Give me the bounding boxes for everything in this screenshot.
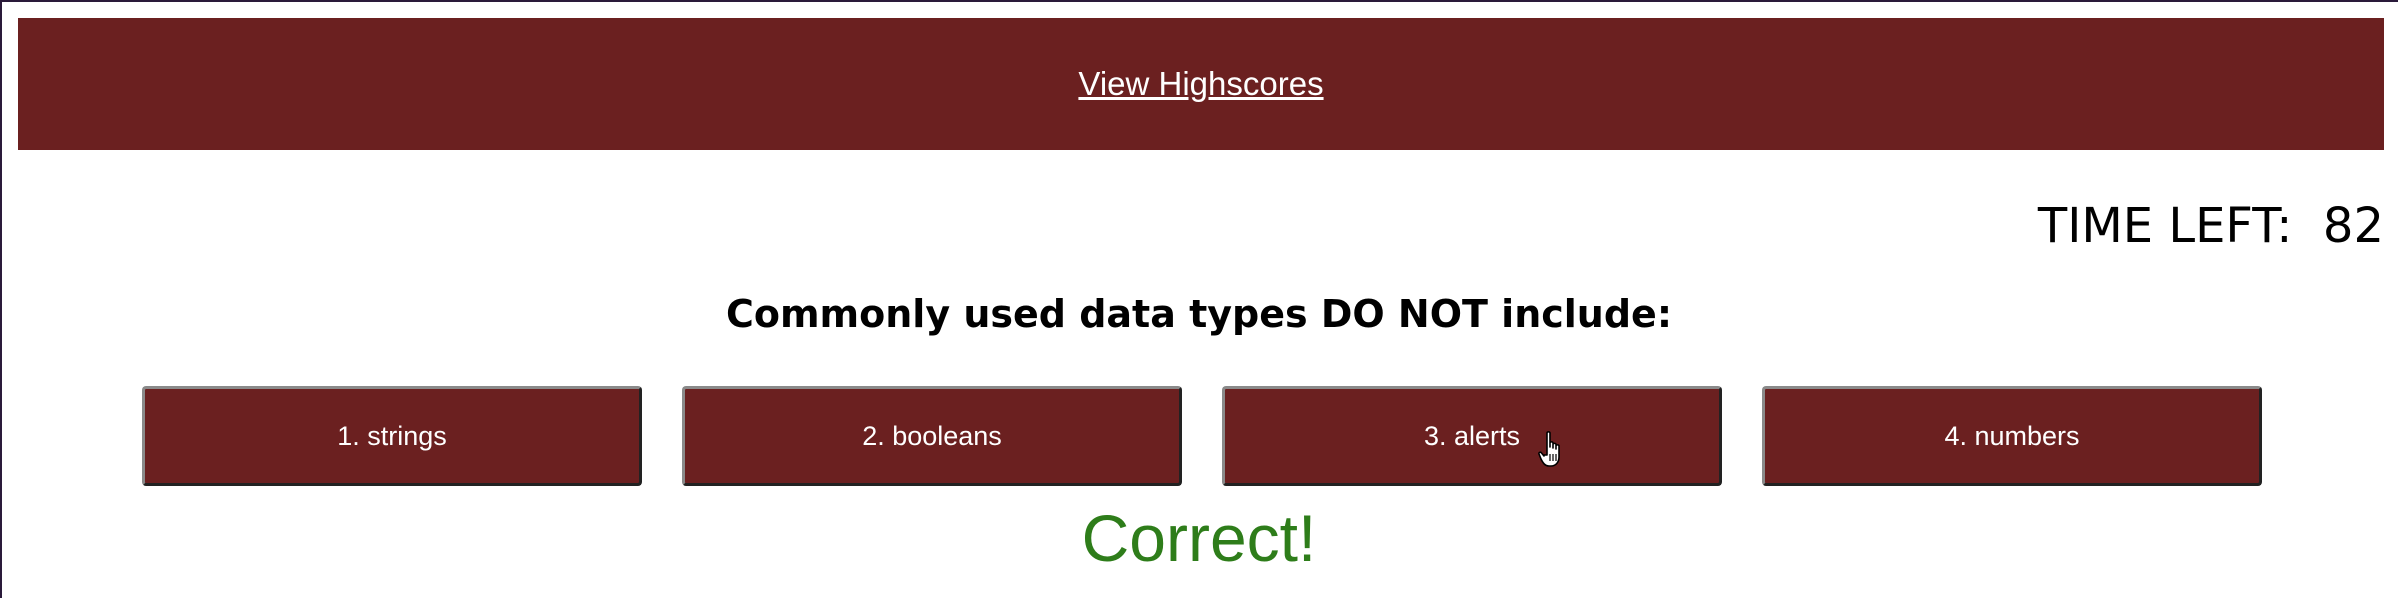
- answer-button-2[interactable]: 2. booleans: [682, 386, 1182, 486]
- question-text: Commonly used data types DO NOT include:: [725, 292, 1673, 336]
- answer-feedback: Correct!: [1081, 501, 1317, 575]
- answer-button-1[interactable]: 1. strings: [142, 386, 642, 486]
- answer-button-4[interactable]: 4. numbers: [1762, 386, 2262, 486]
- time-left-value: 82: [2322, 198, 2384, 254]
- answer-button-3[interactable]: 3. alerts: [1222, 386, 1722, 486]
- quiz-page: { "header": { "highscores_link": "View H…: [0, 0, 2398, 598]
- view-highscores-link[interactable]: View Highscores: [1078, 65, 1323, 103]
- time-left-display: TIME LEFT: 82: [2038, 198, 2384, 254]
- time-left-label: TIME LEFT:: [2037, 198, 2293, 254]
- header-bar: View Highscores: [18, 18, 2384, 150]
